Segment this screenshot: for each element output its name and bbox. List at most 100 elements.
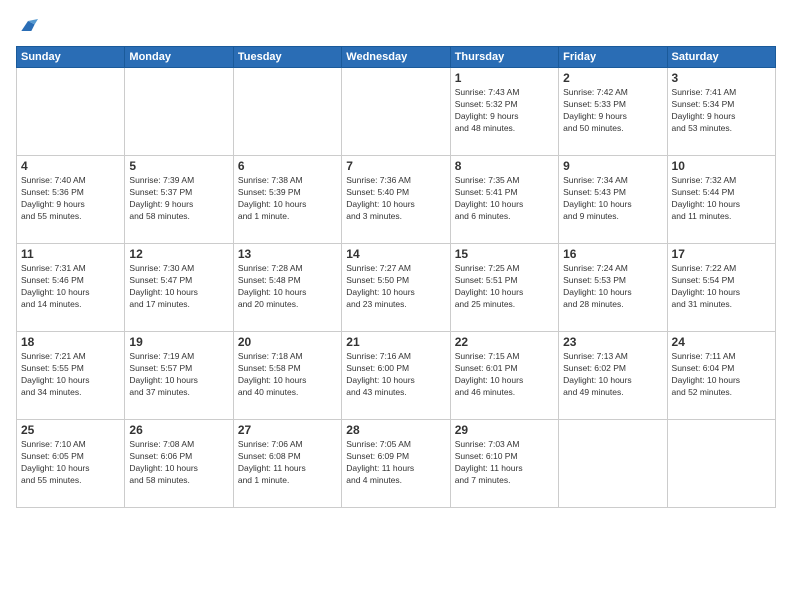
day-number: 23 [563,335,662,349]
day-number: 24 [672,335,771,349]
day-info: Sunrise: 7:15 AMSunset: 6:01 PMDaylight:… [455,351,554,399]
day-info: Sunrise: 7:34 AMSunset: 5:43 PMDaylight:… [563,175,662,223]
weekday-header-monday: Monday [125,47,233,68]
day-number: 22 [455,335,554,349]
calendar-cell: 19 Sunrise: 7:19 AMSunset: 5:57 PMDayligh… [125,332,233,420]
day-number: 18 [21,335,120,349]
day-number: 6 [238,159,337,173]
day-number: 12 [129,247,228,261]
day-number: 20 [238,335,337,349]
calendar-cell: 9 Sunrise: 7:34 AMSunset: 5:43 PMDaylight… [559,156,667,244]
calendar-cell: 25Sunrise: 7:10 AMSunset: 6:05 PMDayligh… [17,420,125,508]
day-info: Sunrise: 7:13 AMSunset: 6:02 PMDaylight:… [563,351,662,399]
logo-bird-icon [18,16,38,36]
calendar-cell: 10Sunrise: 7:32 AMSunset: 5:44 PMDayligh… [667,156,775,244]
calendar-cell: 8Sunrise: 7:35 AMSunset: 5:41 PMDaylight… [450,156,558,244]
calendar-cell: 13 Sunrise: 7:28 AMSunset: 5:48 PMDayligh… [233,244,341,332]
day-info: Sunrise: 7:36 AMSunset: 5:40 PMDaylight:… [346,175,445,223]
day-number: 29 [455,423,554,437]
day-number: 4 [21,159,120,173]
day-number: 14 [346,247,445,261]
calendar-cell: 4 Sunrise: 7:40 AMSunset: 5:36 PMDaylight… [17,156,125,244]
calendar-cell: 29 Sunrise: 7:03 AMSunset: 6:10 PMDayligh… [450,420,558,508]
calendar-week-row: 11Sunrise: 7:31 AMSunset: 5:46 PMDayligh… [17,244,776,332]
day-info: Sunrise: 7:24 AMSunset: 5:53 PMDaylight:… [563,263,662,311]
day-info: Sunrise: 7:43 AMSunset: 5:32 PMDaylight:… [455,87,554,135]
day-number: 26 [129,423,228,437]
day-info: Sunrise: 7:31 AMSunset: 5:46 PMDaylight:… [21,263,120,311]
day-info: Sunrise: 7:25 AMSunset: 5:51 PMDaylight:… [455,263,554,311]
header [16,16,776,36]
day-info: Sunrise: 7:39 AMSunset: 5:37 PMDaylight:… [129,175,228,223]
calendar-cell: 15 Sunrise: 7:25 AMSunset: 5:51 PMDayligh… [450,244,558,332]
calendar-week-row: 25Sunrise: 7:10 AMSunset: 6:05 PMDayligh… [17,420,776,508]
day-number: 21 [346,335,445,349]
day-number: 7 [346,159,445,173]
day-number: 9 [563,159,662,173]
calendar-week-row: 18 Sunrise: 7:21 AMSunset: 5:55 PMDayligh… [17,332,776,420]
day-number: 28 [346,423,445,437]
day-info: Sunrise: 7:05 AMSunset: 6:09 PMDaylight:… [346,439,445,487]
calendar-cell: 22 Sunrise: 7:15 AMSunset: 6:01 PMDayligh… [450,332,558,420]
calendar-cell: 14 Sunrise: 7:27 AMSunset: 5:50 PMDayligh… [342,244,450,332]
weekday-header-tuesday: Tuesday [233,47,341,68]
calendar-cell: 21 Sunrise: 7:16 AMSunset: 6:00 PMDayligh… [342,332,450,420]
day-number: 15 [455,247,554,261]
day-info: Sunrise: 7:38 AMSunset: 5:39 PMDaylight:… [238,175,337,223]
calendar-cell [342,68,450,156]
day-info: Sunrise: 7:16 AMSunset: 6:00 PMDaylight:… [346,351,445,399]
calendar-cell: 6 Sunrise: 7:38 AMSunset: 5:39 PMDaylight… [233,156,341,244]
calendar-cell: 24 Sunrise: 7:11 AMSunset: 6:04 PMDayligh… [667,332,775,420]
day-number: 8 [455,159,554,173]
calendar-cell: 2 Sunrise: 7:42 AMSunset: 5:33 PMDaylight… [559,68,667,156]
day-info: Sunrise: 7:08 AMSunset: 6:06 PMDaylight:… [129,439,228,487]
calendar-cell: 16 Sunrise: 7:24 AMSunset: 5:53 PMDayligh… [559,244,667,332]
day-info: Sunrise: 7:22 AMSunset: 5:54 PMDaylight:… [672,263,771,311]
calendar-cell: 11Sunrise: 7:31 AMSunset: 5:46 PMDayligh… [17,244,125,332]
calendar-week-row: 4 Sunrise: 7:40 AMSunset: 5:36 PMDaylight… [17,156,776,244]
day-number: 2 [563,71,662,85]
day-info: Sunrise: 7:11 AMSunset: 6:04 PMDaylight:… [672,351,771,399]
page: SundayMondayTuesdayWednesdayThursdayFrid… [0,0,792,612]
weekday-header-friday: Friday [559,47,667,68]
day-info: Sunrise: 7:18 AMSunset: 5:58 PMDaylight:… [238,351,337,399]
day-info: Sunrise: 7:30 AMSunset: 5:47 PMDaylight:… [129,263,228,311]
day-number: 3 [672,71,771,85]
day-info: Sunrise: 7:19 AMSunset: 5:57 PMDaylight:… [129,351,228,399]
day-info: Sunrise: 7:21 AMSunset: 5:55 PMDaylight:… [21,351,120,399]
day-info: Sunrise: 7:27 AMSunset: 5:50 PMDaylight:… [346,263,445,311]
day-number: 5 [129,159,228,173]
calendar-week-row: 1 Sunrise: 7:43 AMSunset: 5:32 PMDaylight… [17,68,776,156]
day-number: 27 [238,423,337,437]
calendar-cell [667,420,775,508]
calendar-cell [233,68,341,156]
calendar-cell [125,68,233,156]
day-number: 19 [129,335,228,349]
weekday-header-row: SundayMondayTuesdayWednesdayThursdayFrid… [17,47,776,68]
calendar-cell: 1 Sunrise: 7:43 AMSunset: 5:32 PMDaylight… [450,68,558,156]
day-number: 16 [563,247,662,261]
logo [16,16,38,36]
day-info: Sunrise: 7:40 AMSunset: 5:36 PMDaylight:… [21,175,120,223]
day-info: Sunrise: 7:06 AMSunset: 6:08 PMDaylight:… [238,439,337,487]
weekday-header-wednesday: Wednesday [342,47,450,68]
day-number: 1 [455,71,554,85]
calendar-cell: 26 Sunrise: 7:08 AMSunset: 6:06 PMDayligh… [125,420,233,508]
calendar-cell: 20 Sunrise: 7:18 AMSunset: 5:58 PMDayligh… [233,332,341,420]
calendar-cell: 5 Sunrise: 7:39 AMSunset: 5:37 PMDaylight… [125,156,233,244]
calendar-table: SundayMondayTuesdayWednesdayThursdayFrid… [16,46,776,508]
day-info: Sunrise: 7:28 AMSunset: 5:48 PMDaylight:… [238,263,337,311]
day-number: 13 [238,247,337,261]
day-info: Sunrise: 7:41 AMSunset: 5:34 PMDaylight:… [672,87,771,135]
weekday-header-thursday: Thursday [450,47,558,68]
day-info: Sunrise: 7:10 AMSunset: 6:05 PMDaylight:… [21,439,120,487]
calendar-cell: 23 Sunrise: 7:13 AMSunset: 6:02 PMDayligh… [559,332,667,420]
calendar-cell [17,68,125,156]
calendar-cell: 3 Sunrise: 7:41 AMSunset: 5:34 PMDaylight… [667,68,775,156]
calendar-cell: 12 Sunrise: 7:30 AMSunset: 5:47 PMDayligh… [125,244,233,332]
calendar-cell: 27 Sunrise: 7:06 AMSunset: 6:08 PMDayligh… [233,420,341,508]
calendar-cell: 28 Sunrise: 7:05 AMSunset: 6:09 PMDayligh… [342,420,450,508]
day-number: 17 [672,247,771,261]
day-info: Sunrise: 7:42 AMSunset: 5:33 PMDaylight:… [563,87,662,135]
day-info: Sunrise: 7:03 AMSunset: 6:10 PMDaylight:… [455,439,554,487]
